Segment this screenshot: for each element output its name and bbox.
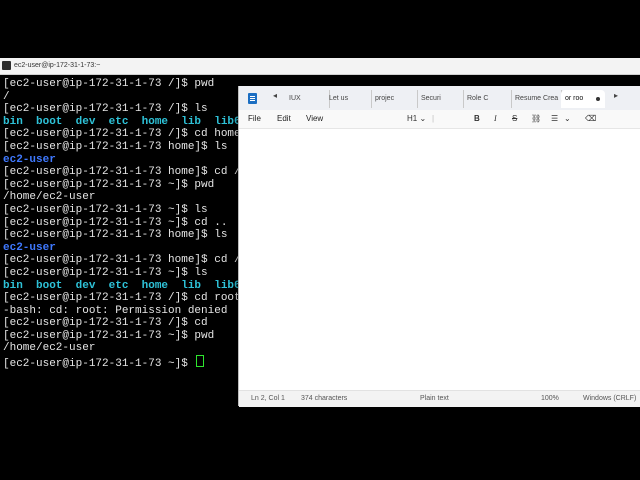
strikethrough-button[interactable]: S xyxy=(512,114,517,123)
tab-scroll-right-icon[interactable]: ▸ xyxy=(614,91,618,100)
terminal-text: [ec2-user@ip-172-31-1-73 ~]$ pwd xyxy=(3,329,215,342)
notepad-statusbar: Ln 2, Col 1 374 characters Plain text 10… xyxy=(239,390,640,407)
terminal-text: bin boot dev etc home lib lib6 xyxy=(3,115,241,128)
tab-label: projec xyxy=(375,95,395,102)
tab-label: Securi xyxy=(421,95,441,102)
tab-1[interactable]: Let us xyxy=(325,90,372,108)
heading-dropdown[interactable]: H1 ⌄ xyxy=(407,114,426,123)
menu-view[interactable]: View xyxy=(306,114,323,123)
heading-label: H1 xyxy=(407,114,418,123)
terminal-text: [ec2-user@ip-172-31-1-73 ~]$ cd .. xyxy=(3,216,228,229)
terminal-text: [ec2-user@ip-172-31-1-73 ~]$ ls xyxy=(3,203,208,216)
tab-4[interactable]: Role C xyxy=(463,90,512,108)
status-char-count: 374 characters xyxy=(301,395,348,402)
tab-2[interactable]: projec xyxy=(371,90,418,108)
terminal-text: [ec2-user@ip-172-31-1-73 /]$ cd root xyxy=(3,292,241,305)
terminal-text: bin boot dev etc home lib lib6 xyxy=(3,279,241,292)
notepad-app-icon xyxy=(248,93,257,104)
clear-format-icon[interactable]: ⌫ xyxy=(585,114,596,123)
terminal-cursor xyxy=(196,355,205,368)
bold-button[interactable]: B xyxy=(474,114,480,123)
tab-scroll-left-icon[interactable]: ◂ xyxy=(273,91,277,100)
terminal-text: [ec2-user@ip-172-31-1-73 home]$ ls xyxy=(3,140,228,153)
menu-edit[interactable]: Edit xyxy=(277,114,291,123)
tab-label: Resume Crea xyxy=(515,95,559,102)
terminal-icon xyxy=(2,61,11,70)
toolbar-divider: | xyxy=(432,114,435,123)
tab-3[interactable]: Securi xyxy=(417,90,464,108)
italic-button[interactable]: I xyxy=(494,114,497,123)
notepad-menubar: File Edit View H1 ⌄ | B I S ⛓ ☰ ⌄ ⌫ xyxy=(239,110,640,129)
screen-bottom-band xyxy=(0,460,640,480)
screen-top-band xyxy=(0,0,640,58)
chevron-down-icon: ⌄ xyxy=(419,114,427,123)
terminal-text: [ec2-user@ip-172-31-1-73 ~]$ ls xyxy=(3,266,208,279)
tab-6[interactable]: or roo xyxy=(561,90,605,108)
terminal-titlebar[interactable]: ec2-user@ip-172-31-1-73:~ xyxy=(0,58,640,75)
tab-label: Role C xyxy=(467,95,489,102)
tab-0[interactable]: IUX xyxy=(285,90,330,108)
terminal-text: [ec2-user@ip-172-31-1-73 ~]$ pwd xyxy=(3,178,215,191)
terminal-text: [ec2-user@ip-172-31-1-73 /]$ cd home xyxy=(3,128,241,141)
terminal-text: [ec2-user@ip-172-31-1-73 home]$ ls xyxy=(3,229,228,242)
terminal-text: [ec2-user@ip-172-31-1-73 home]$ cd / xyxy=(3,254,241,267)
terminal-text: [ec2-user@ip-172-31-1-73 /]$ ls xyxy=(3,103,208,116)
terminal-text: ec2-user xyxy=(3,241,56,254)
terminal-text: / xyxy=(3,90,10,103)
link-icon[interactable]: ⛓ xyxy=(531,114,541,123)
status-line-ending: Windows (CRLF) xyxy=(583,395,637,402)
status-position: Ln 2, Col 1 xyxy=(251,395,285,402)
list-icon[interactable]: ☰ xyxy=(551,114,558,123)
status-format: Plain text xyxy=(420,395,449,402)
terminal-text: [ec2-user@ip-172-31-1-73 /]$ cd xyxy=(3,317,208,330)
unsaved-dot-icon[interactable] xyxy=(596,97,600,101)
terminal-text: [ec2-user@ip-172-31-1-73 home]$ cd / xyxy=(3,166,241,179)
notepad-tab-bar: ◂ IUX Let us projec Securi Role C Resume Crea… xyxy=(239,86,640,111)
terminal-text: /home/ec2-user xyxy=(3,342,96,355)
terminal-text: [ec2-user@ip-172-31-1-73 ~]$ xyxy=(3,358,195,371)
terminal-text: /home/ec2-user xyxy=(3,191,96,204)
list-chevron-icon[interactable]: ⌄ xyxy=(564,114,571,123)
tab-label: IUX xyxy=(289,95,301,102)
status-zoom: 100% xyxy=(541,395,559,402)
notepad-window[interactable]: ◂ IUX Let us projec Securi Role C Resume Crea… xyxy=(238,86,640,407)
terminal-text: -bash: cd: root: Permission denied xyxy=(3,304,228,317)
terminal-text: ec2-user xyxy=(3,153,56,166)
terminal-text: [ec2-user@ip-172-31-1-73 /]$ pwd xyxy=(3,78,215,90)
menu-file[interactable]: File xyxy=(248,114,261,123)
tab-label: Let us xyxy=(329,95,349,102)
terminal-title: ec2-user@ip-172-31-1-73:~ xyxy=(14,62,101,69)
tab-5[interactable]: Resume Crea xyxy=(511,90,562,108)
tab-label: or roo xyxy=(565,95,584,102)
